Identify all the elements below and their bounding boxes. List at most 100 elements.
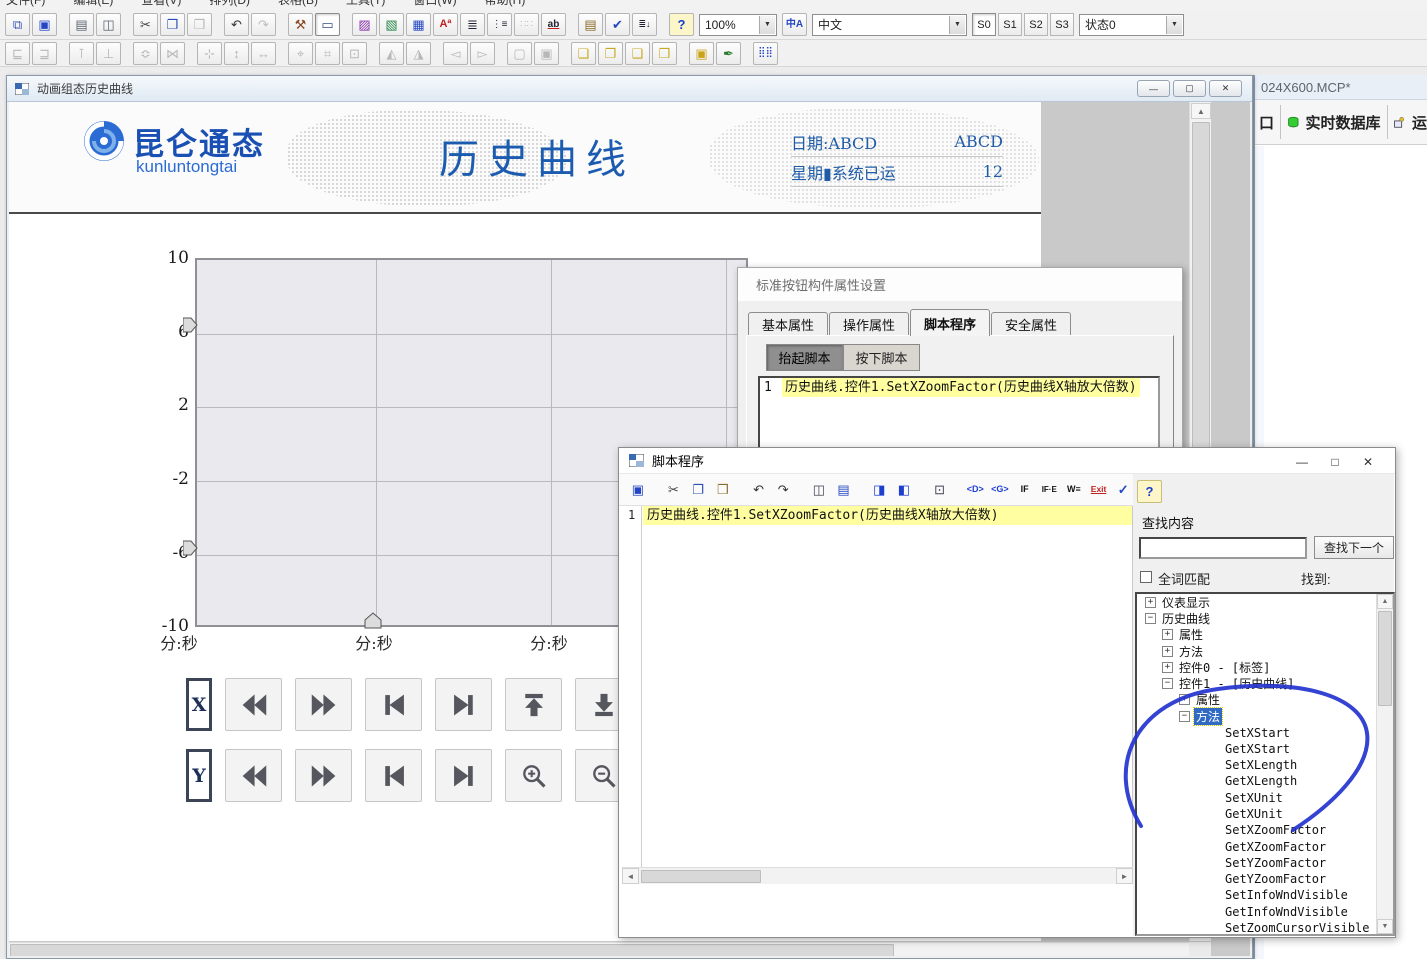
tree-item[interactable]: GetYZoomFactor — [1137, 871, 1393, 887]
menu-item[interactable]: 文件(F) — [6, 0, 45, 8]
align-bottom-icon[interactable]: ⊥ — [96, 42, 121, 65]
tree-label[interactable]: SetYZoomFactor — [1223, 856, 1328, 870]
tree-label[interactable]: 方法 — [1177, 643, 1205, 660]
tree-toggle[interactable]: + — [1179, 694, 1190, 705]
copy-icon[interactable]: ❐ — [687, 478, 709, 501]
tree-label[interactable]: SetXStart — [1223, 726, 1292, 740]
tree-item[interactable]: SetXZoomFactor — [1137, 822, 1393, 838]
state-button[interactable]: S1 — [998, 13, 1022, 36]
animation-edit-icon[interactable]: ▨ — [352, 13, 377, 36]
comment-icon[interactable]: ⊡ — [929, 478, 951, 501]
tree-label[interactable]: GetXLength — [1223, 774, 1299, 788]
tree-scrollbar[interactable]: ▲ ▼ — [1376, 594, 1393, 934]
align-left-icon[interactable]: ⊑ — [5, 42, 30, 65]
undo-icon[interactable]: ↶ — [224, 13, 249, 36]
tree-label[interactable]: 仪表显示 — [1160, 594, 1212, 611]
scrollbar-thumb[interactable] — [1378, 611, 1392, 706]
insert-data-icon[interactable]: <D> — [964, 478, 986, 501]
tree-item[interactable]: SetInfoWndVisible — [1137, 887, 1393, 903]
x-skip-end-button[interactable] — [435, 678, 492, 731]
tree-item[interactable]: SetXStart — [1137, 724, 1393, 740]
editor-horizontal-scrollbar[interactable]: ◄ ► — [622, 867, 1133, 884]
tree-item[interactable]: + 属性 — [1137, 692, 1393, 708]
tree-label[interactable]: SetXLength — [1223, 758, 1299, 772]
exit-block-icon[interactable]: Exit — [1088, 478, 1110, 501]
property-tab[interactable]: 基本属性 — [748, 312, 828, 336]
tree-item[interactable]: + 仪表显示 — [1137, 594, 1393, 610]
state-button[interactable]: S2 — [1024, 13, 1048, 36]
state-button[interactable]: S3 — [1050, 13, 1074, 36]
y-cursor-marker[interactable] — [183, 317, 199, 333]
stretch-h-icon[interactable]: ↔ — [251, 42, 276, 65]
close-button[interactable]: ✕ — [1209, 80, 1242, 97]
insert-global-icon[interactable]: <G> — [989, 478, 1011, 501]
cut-icon[interactable]: ✂ — [133, 13, 158, 36]
help-icon[interactable]: ? — [1137, 480, 1162, 503]
grid-dots-icon[interactable]: ⣿⣿ — [753, 42, 778, 65]
center-h-icon[interactable]: ⊡ — [342, 42, 367, 65]
spell-check-icon[interactable]: ab — [541, 13, 566, 36]
same-size-icon[interactable]: ⊹ — [197, 42, 222, 65]
format-icon[interactable]: ▤ — [833, 478, 855, 501]
menu-item[interactable]: 查看(V) — [141, 0, 181, 8]
scroll-left-button[interactable]: ◄ — [622, 868, 639, 884]
save-icon[interactable]: ▣ — [32, 13, 57, 36]
paint-edit-icon[interactable]: ▧ — [379, 13, 404, 36]
new-window-icon[interactable]: ⧉ — [5, 13, 30, 36]
tree-label[interactable]: GetYZoomFactor — [1223, 872, 1328, 886]
copy-icon[interactable]: ❐ — [160, 13, 185, 36]
align-top-icon[interactable]: ⊺ — [69, 42, 94, 65]
find-preview-icon[interactable]: ◫ — [808, 478, 830, 501]
window-titlebar[interactable]: 动画组态历史曲线 — [7, 76, 1252, 102]
property-tab[interactable]: 操作属性 — [829, 312, 909, 336]
scroll-down-button[interactable]: ▼ — [1377, 919, 1393, 934]
language-select[interactable]: 中文 ▼ — [812, 14, 967, 36]
tree-label[interactable]: 控件0 - [标签] — [1177, 659, 1272, 676]
syntax-check-icon[interactable]: ✔ — [605, 13, 630, 36]
text-lines-icon[interactable]: ≣ — [460, 13, 485, 36]
fill-icon[interactable]: ✒ — [716, 42, 741, 65]
x-skip-start-button[interactable] — [365, 678, 422, 731]
tree-label[interactable]: 属性 — [1177, 626, 1205, 643]
script-code-editor[interactable]: 1 历史曲线.控件1.SetXZoomFactor(历史曲线X轴放大倍数) — [622, 506, 1133, 867]
lock-icon[interactable]: ▣ — [689, 42, 714, 65]
tree-toggle[interactable]: + — [1145, 597, 1156, 608]
paste-icon[interactable]: ❒ — [187, 13, 212, 36]
close-button[interactable]: ✕ — [1353, 451, 1383, 472]
tools-icon[interactable]: ⚒ — [288, 13, 313, 36]
workbench-icon[interactable]: ▭ — [315, 13, 340, 36]
tree-item[interactable]: SetXUnit — [1137, 790, 1393, 806]
rotate-left-icon[interactable]: ◭ — [379, 42, 404, 65]
send-back-icon[interactable]: ❐ — [598, 42, 623, 65]
y-cursor-marker[interactable] — [183, 540, 199, 556]
flip-v-icon[interactable]: ▻ — [470, 42, 495, 65]
horizontal-scrollbar[interactable] — [9, 942, 1189, 956]
property-tab[interactable]: 安全属性 — [991, 312, 1071, 336]
same-height-icon[interactable]: ≎ — [133, 42, 158, 65]
find-input[interactable] — [1139, 537, 1307, 559]
scrollbar-thumb[interactable] — [641, 870, 761, 883]
bring-front-icon[interactable]: ❏ — [571, 42, 596, 65]
maximize-button[interactable]: □ — [1320, 451, 1350, 472]
scroll-up-button[interactable]: ▲ — [1191, 103, 1211, 119]
flip-h-icon[interactable]: ◅ — [443, 42, 468, 65]
y-rewind-button[interactable] — [225, 749, 282, 802]
y-skip-end-button[interactable] — [435, 749, 492, 802]
save-icon[interactable]: ▣ — [627, 478, 649, 501]
menu-item[interactable]: 排列(D) — [209, 0, 250, 8]
same-width-icon[interactable]: ⋈ — [160, 42, 185, 65]
tree-toggle[interactable]: + — [1162, 662, 1173, 673]
minimize-button[interactable]: — — [1137, 80, 1170, 97]
tree-item[interactable]: + 属性 — [1137, 627, 1393, 643]
tree-label[interactable]: GetInfoWndVisible — [1223, 905, 1350, 919]
tree-label[interactable]: 历史曲线 — [1160, 610, 1212, 627]
if-block-icon[interactable]: IF — [1014, 478, 1036, 501]
bring-forward-icon[interactable]: ❑ — [625, 42, 650, 65]
tree-item[interactable]: − 历史曲线 — [1137, 610, 1393, 626]
tab-run-strategy-partial[interactable]: 运 — [1412, 112, 1427, 133]
import-icon[interactable]: ◧ — [893, 478, 915, 501]
property-tab[interactable]: 脚本程序 — [910, 309, 990, 336]
window-titlebar[interactable]: 脚本程序 — [619, 448, 1395, 474]
tree-label[interactable]: SetZoomCursorVisible — [1223, 921, 1372, 935]
tree-toggle[interactable]: − — [1162, 678, 1173, 689]
